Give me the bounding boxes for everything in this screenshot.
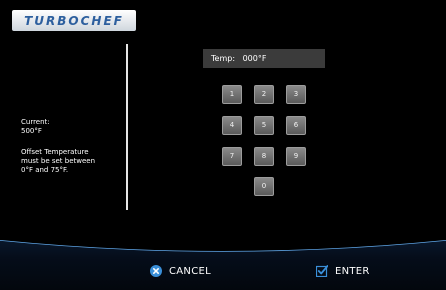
current-value: 500°F [21, 127, 42, 135]
current-label: Current: [21, 118, 50, 126]
key-2[interactable]: 2 [254, 85, 274, 104]
key-6[interactable]: 6 [286, 116, 306, 135]
cancel-label: CANCEL [169, 265, 211, 277]
bottom-bar [0, 236, 446, 290]
current-temperature: Current: 500°F [21, 118, 121, 136]
key-7[interactable]: 7 [222, 147, 242, 166]
key-8[interactable]: 8 [254, 147, 274, 166]
key-5[interactable]: 5 [254, 116, 274, 135]
enter-button[interactable]: ENTER [316, 264, 370, 278]
temp-display: Temp: 000°F [203, 49, 325, 68]
vertical-divider [126, 44, 128, 210]
cancel-icon [150, 265, 162, 277]
temp-value: 000°F [242, 54, 267, 63]
key-4[interactable]: 4 [222, 116, 242, 135]
checkbox-check-icon [316, 265, 328, 277]
info-panel: Current: 500°F Offset Temperature must b… [21, 118, 121, 175]
temp-label: Temp: [211, 54, 236, 63]
key-0[interactable]: 0 [254, 177, 274, 196]
key-3[interactable]: 3 [286, 85, 306, 104]
wave-decoration [0, 236, 446, 252]
key-9[interactable]: 9 [286, 147, 306, 166]
oven-screen: TURBOCHEF Current: 500°F Offset Temperat… [0, 0, 446, 290]
enter-label: ENTER [335, 265, 370, 277]
key-1[interactable]: 1 [222, 85, 242, 104]
turbochef-logo: TURBOCHEF [12, 10, 136, 31]
cancel-button[interactable]: CANCEL [150, 264, 211, 278]
offset-instructions: Offset Temperature must be set between 0… [21, 148, 96, 174]
